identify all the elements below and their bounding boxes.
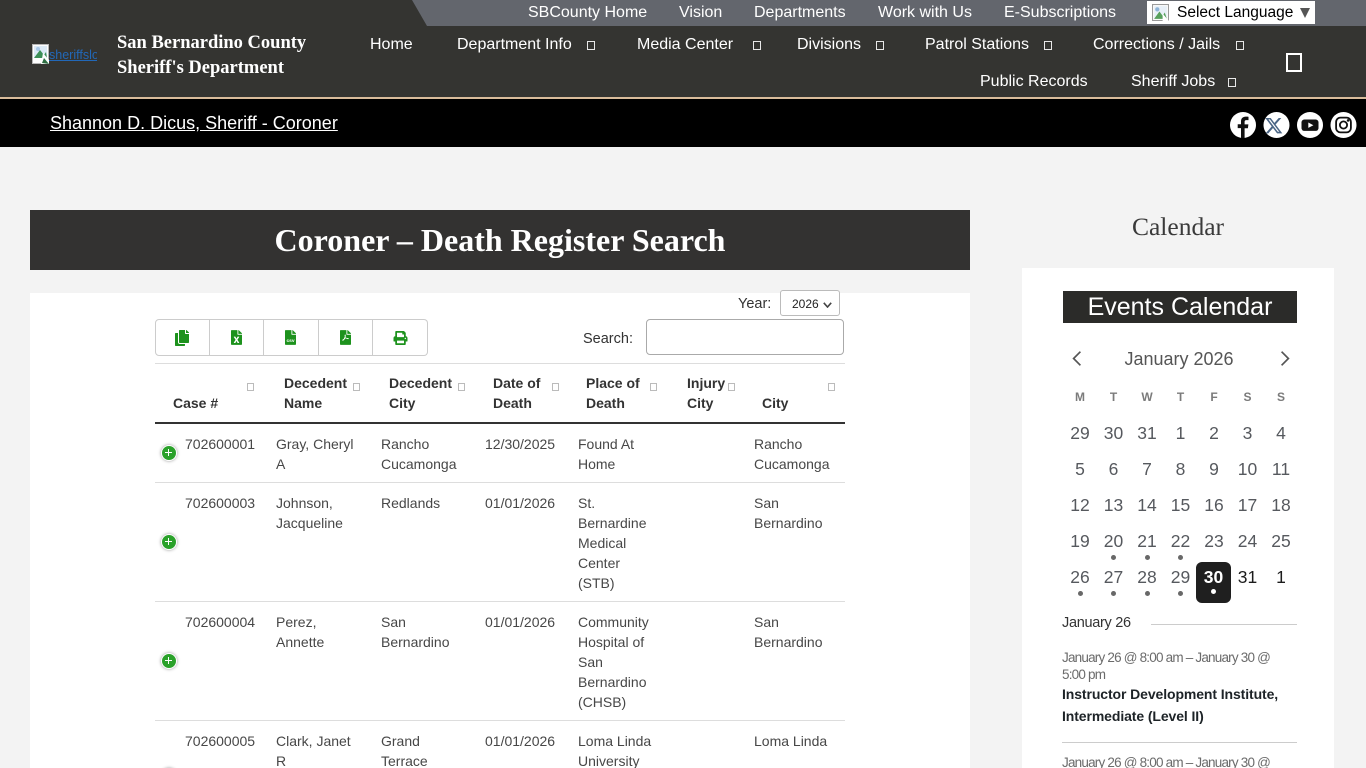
svg-text:csv: csv [287,339,295,344]
